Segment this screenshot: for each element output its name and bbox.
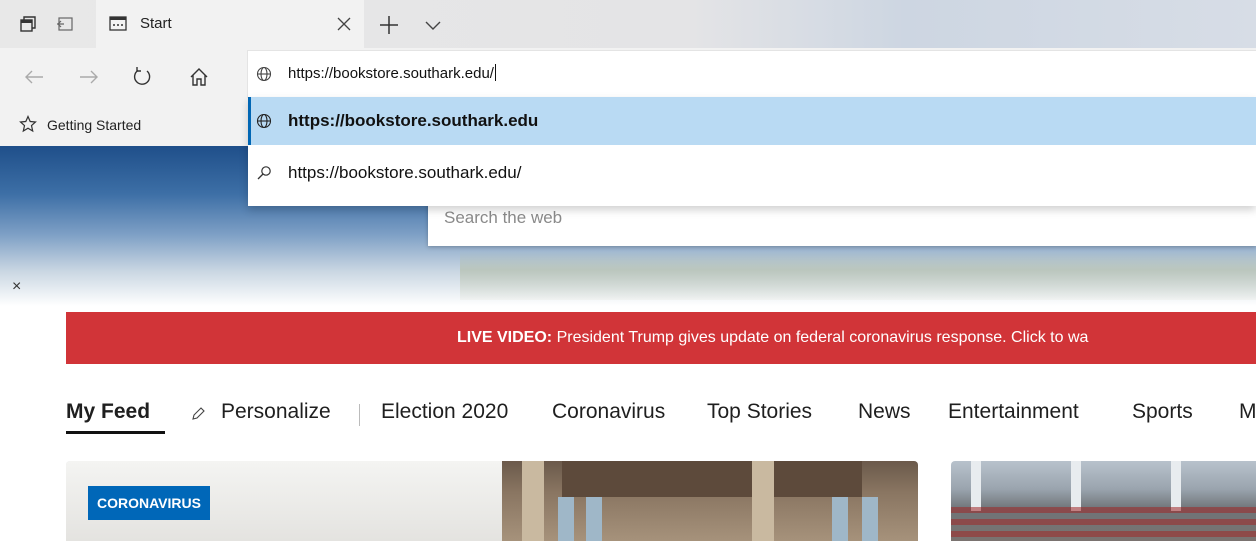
close-tab-icon[interactable] [336,16,352,32]
tab-news[interactable]: News [858,400,911,424]
tab-title: Start [140,15,172,32]
tab-top-stories[interactable]: Top Stories [707,400,812,424]
chevron-down-icon[interactable] [424,16,442,34]
banner-headline: President Trump gives update on federal … [552,329,1089,346]
suggestion-item[interactable]: https://bookstore.southark.edu [248,97,1256,145]
page-icon [108,14,128,34]
tab-coronavirus[interactable]: Coronavirus [552,400,665,424]
address-suggestions: https://bookstore.southark.edu https://b… [248,97,1256,206]
tab-start[interactable]: Start [96,0,364,48]
tab-my-feed[interactable]: My Feed [66,400,150,424]
news-card[interactable]: CORONAVIRUS [66,461,918,541]
banner-text: LIVE VIDEO: President Trump gives update… [457,329,1088,347]
image-detail [1071,461,1081,511]
banner-prefix: LIVE VIDEO: [457,329,553,346]
image-detail [1171,461,1181,511]
refresh-icon[interactable] [131,66,153,88]
tab-actions-icon[interactable] [18,14,38,34]
news-card[interactable] [951,461,1256,541]
category-badge: CORONAVIRUS [88,486,210,520]
text-caret [494,64,496,81]
feed-navigation: My Feed Personalize Election 2020 Corona… [66,398,1256,434]
globe-icon [256,66,272,82]
image-detail [522,461,544,541]
tab-strip: Start [0,0,1256,48]
address-bar[interactable]: https://bookstore.southark.edu/ [248,51,1256,97]
favorite-getting-started[interactable]: Getting Started [47,117,141,133]
tab-personalize[interactable]: Personalize [221,400,331,424]
tab-entertainment[interactable]: Entertainment [948,400,1079,424]
image-detail [586,497,602,541]
set-tabs-aside-icon[interactable] [55,14,75,34]
suggestion-item[interactable]: https://bookstore.southark.edu/ [248,149,1256,197]
globe-icon [256,113,272,129]
search-icon [256,165,272,181]
pencil-icon [190,406,206,422]
web-search-input[interactable]: Search the web [444,208,562,228]
tab-more[interactable]: M [1239,400,1256,424]
image-detail [562,461,862,497]
card-image-building [502,461,918,541]
divider [359,404,360,426]
image-detail [832,497,848,541]
back-arrow-icon[interactable] [23,66,45,88]
new-tab-icon[interactable] [378,14,400,36]
tab-election-2020[interactable]: Election 2020 [381,400,508,424]
suggestion-text: https://bookstore.southark.edu [288,111,539,130]
image-detail [951,531,1256,537]
suggestion-text: https://bookstore.southark.edu/ [288,163,522,182]
close-icon[interactable]: × [12,278,21,296]
active-tab-underline [66,431,165,434]
image-detail [951,507,1256,513]
address-input-text: https://bookstore.southark.edu/ [288,65,494,82]
home-icon[interactable] [188,66,210,88]
image-detail [558,497,574,541]
breaking-news-banner[interactable]: LIVE VIDEO: President Trump gives update… [66,312,1256,364]
image-detail [971,461,981,511]
tab-sports[interactable]: Sports [1132,400,1193,424]
image-detail [862,497,878,541]
image-detail [752,461,774,541]
address-input[interactable]: https://bookstore.southark.edu/ [288,64,496,82]
image-detail [951,519,1256,525]
star-icon [19,115,37,133]
hero-landscape [460,250,1256,300]
forward-arrow-icon[interactable] [78,66,100,88]
